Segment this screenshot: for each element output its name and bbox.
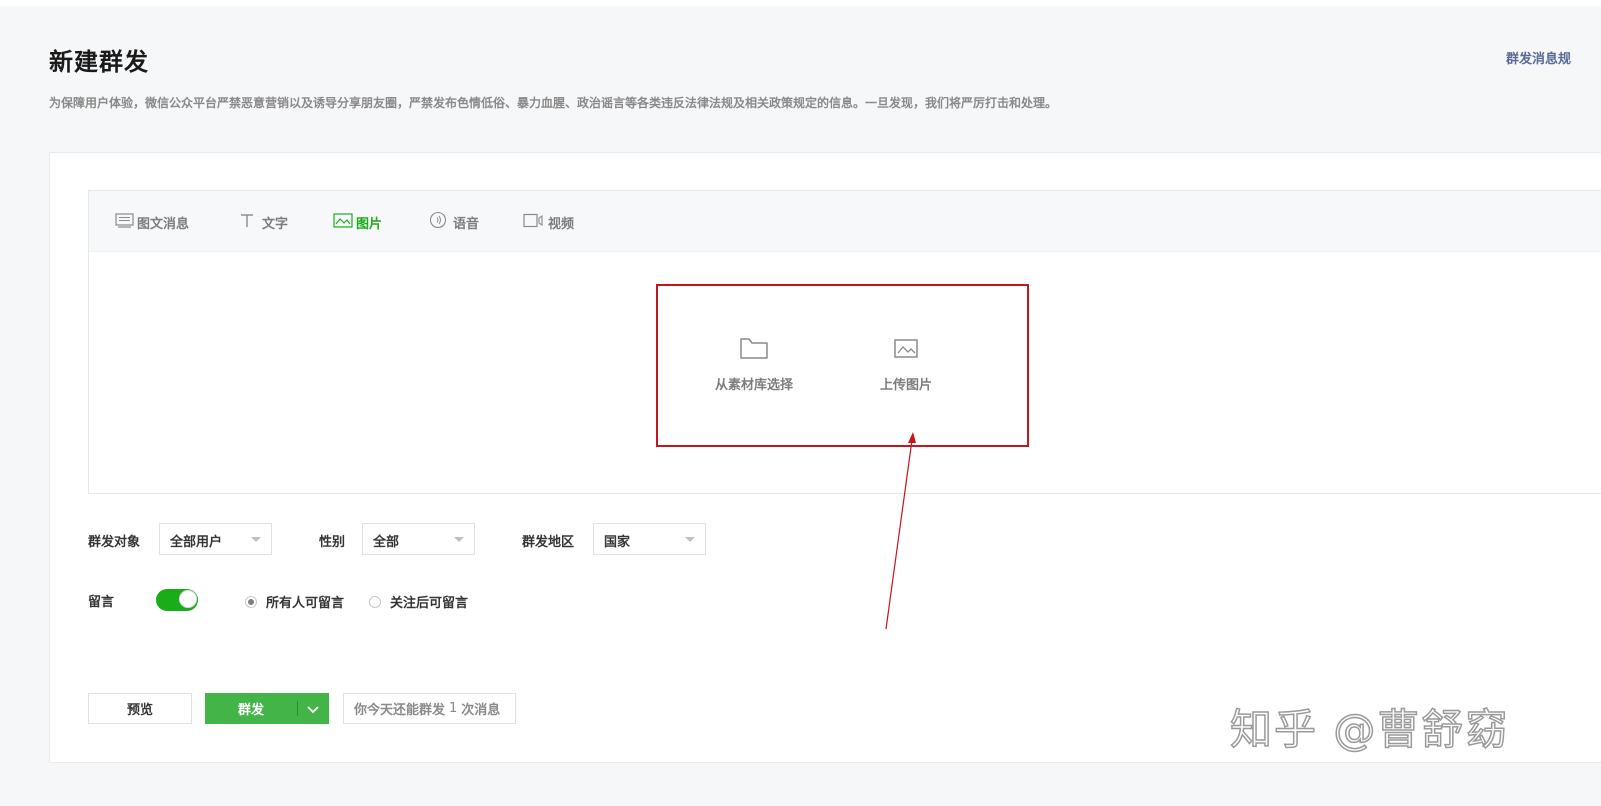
chevron-down-icon	[685, 537, 695, 542]
target-label: 群发对象	[88, 535, 141, 550]
folder-icon	[739, 336, 769, 364]
video-icon	[523, 213, 548, 232]
send-button[interactable]: 群发	[205, 693, 297, 724]
chevron-down-icon	[307, 699, 319, 718]
select-from-library-button[interactable]: 从素材库选择	[715, 336, 793, 393]
comment-option-all[interactable]: 所有人可留言	[245, 592, 344, 611]
tab-news-label: 图文消息	[137, 216, 190, 232]
tab-voice-label: 语音	[453, 216, 480, 232]
comment-option-all-label: 所有人可留言	[266, 596, 345, 611]
region-select-value: 国家	[604, 535, 631, 550]
tab-image-label: 图片	[356, 216, 383, 232]
quota-suffix: 次消息	[461, 703, 501, 718]
tab-text[interactable]: 文字	[239, 212, 288, 232]
image-source-options: 从素材库选择 上传图片	[656, 284, 1029, 447]
upload-image-label: 上传图片	[880, 378, 933, 393]
mass-send-rules-link[interactable]: 群发消息规	[1506, 48, 1571, 67]
target-select[interactable]: 全部用户	[159, 523, 272, 555]
tab-voice[interactable]: 语音	[429, 211, 480, 233]
preview-button[interactable]: 预览	[88, 693, 192, 724]
region-select[interactable]: 国家	[593, 523, 706, 555]
tab-image[interactable]: 图片	[333, 212, 382, 232]
comment-option-followers[interactable]: 关注后可留言	[369, 592, 468, 611]
send-quota-info: 你今天还能群发 1 次消息	[343, 693, 516, 724]
toggle-knob	[179, 590, 197, 608]
radio-button[interactable]	[369, 595, 381, 608]
quota-count: 1	[449, 701, 458, 716]
target-select-value: 全部用户	[170, 535, 223, 550]
gender-select[interactable]: 全部	[362, 523, 475, 555]
policy-notice: 为保障用户体验，微信公众平台严禁恶意营销以及诱导分享朋友圈，严禁发布色情低俗、暴…	[49, 96, 1058, 110]
send-options-dropdown[interactable]	[297, 693, 329, 724]
tab-video[interactable]: 视频	[523, 212, 574, 232]
chevron-down-icon	[454, 537, 464, 542]
image-upload-icon	[893, 336, 919, 364]
region-label: 群发地区	[522, 535, 575, 550]
tab-news[interactable]: 图文消息	[115, 212, 189, 232]
gender-select-value: 全部	[373, 535, 400, 550]
message-type-tabs: 图文消息 文字 图片 语音 视频	[89, 191, 1601, 252]
page-title: 新建群发	[49, 48, 149, 76]
message-editor: 图文消息 文字 图片 语音 视频 从素材库选择 上传图片	[88, 190, 1601, 494]
comments-toggle[interactable]	[156, 589, 198, 611]
comment-option-followers-label: 关注后可留言	[390, 596, 469, 611]
news-icon	[115, 212, 137, 232]
tab-text-label: 文字	[262, 216, 289, 232]
top-strip	[0, 0, 1601, 6]
gender-label: 性别	[319, 535, 346, 550]
text-icon	[239, 213, 258, 232]
upload-image-button[interactable]: 上传图片	[880, 336, 932, 393]
tab-video-label: 视频	[548, 216, 575, 232]
quota-prefix: 你今天还能群发	[354, 703, 446, 718]
chevron-down-icon	[251, 537, 261, 542]
watermark: 知乎 @曹舒窈	[1229, 704, 1510, 755]
radio-button[interactable]	[245, 595, 257, 608]
comments-label: 留言	[88, 595, 115, 610]
voice-icon	[429, 211, 450, 233]
image-icon	[333, 212, 356, 232]
select-from-library-label: 从素材库选择	[715, 378, 794, 393]
